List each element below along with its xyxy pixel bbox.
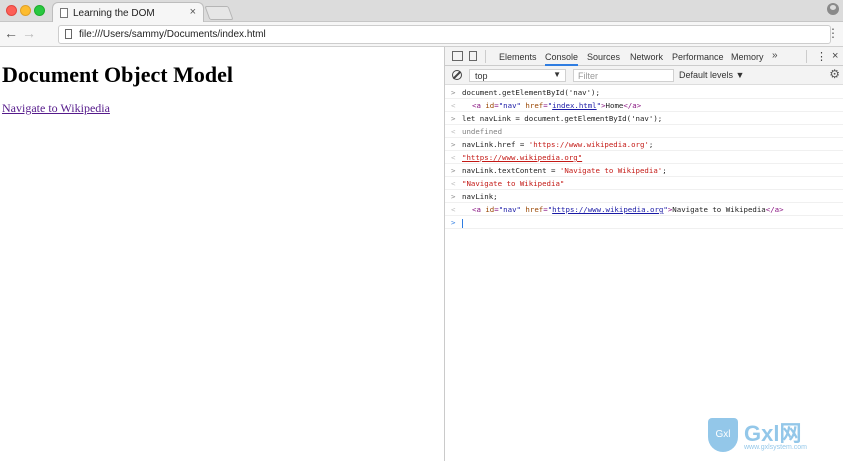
watermark: Gxl Gxl网 www.gxlsystem.com (708, 416, 838, 456)
input-chevron-icon: > (451, 140, 456, 149)
input-chevron-icon: > (451, 192, 456, 201)
devtools-tab-bar: Elements Console Sources Network Perform… (445, 47, 843, 66)
clear-console-icon[interactable] (452, 70, 462, 80)
log-levels-dropdown[interactable]: Default levels ▼ (679, 70, 744, 80)
gear-icon[interactable]: ⚙ (829, 67, 840, 81)
more-tabs-icon[interactable]: » (772, 50, 778, 61)
href-link[interactable]: index.html (552, 101, 597, 110)
watermark-shield-logo: Gxl (708, 418, 738, 452)
console-output-line: < "Navigate to Wikipedia" (445, 177, 843, 190)
href-link[interactable]: https://www.wikipedia.org (552, 205, 663, 214)
tab-performance[interactable]: Performance (672, 52, 724, 62)
page-heading: Document Object Model (2, 62, 233, 87)
output-chevron-icon: < (451, 127, 456, 136)
document-icon (60, 8, 68, 18)
tab-memory[interactable]: Memory (731, 52, 764, 62)
console-filter-input[interactable]: Filter (573, 69, 674, 82)
close-devtools-icon[interactable]: × (832, 50, 838, 62)
console-input-line: > navLink.textContent = 'Navigate to Wiki… (445, 164, 843, 177)
inspect-element-icon[interactable] (452, 51, 463, 61)
browser-menu-icon[interactable]: ⋮ (827, 27, 839, 39)
tab-console[interactable]: Console (545, 52, 579, 66)
tab-strip: Learning the DOM × (0, 0, 843, 23)
output-chevron-icon: < (451, 101, 456, 110)
new-tab-button[interactable] (204, 6, 234, 20)
console-input-line: > navLink.href = 'https://www.wikipedia.o… (445, 138, 843, 151)
console-input-line: > navLink; (445, 190, 843, 203)
console-output-line: < "https://www.wikipedia.org" (445, 151, 843, 164)
divider (806, 50, 807, 63)
close-window-button[interactable] (6, 5, 17, 16)
nav-link[interactable]: Navigate to Wikipedia (2, 101, 110, 116)
tab-network[interactable]: Network (630, 52, 663, 62)
tab-sources[interactable]: Sources (587, 52, 620, 62)
tab-close-icon[interactable]: × (190, 6, 196, 18)
input-chevron-icon: > (451, 88, 456, 97)
browser-toolbar: ← → file:///Users/sammy/Documents/index.… (0, 22, 843, 47)
context-selector[interactable]: top ▼ (469, 69, 566, 82)
browser-window: Learning the DOM × ← → file:///Users/sam… (0, 0, 843, 461)
text-cursor (462, 218, 463, 228)
console-toolbar: top ▼ Filter Default levels ▼ ⚙ (445, 66, 843, 85)
console-output-line[interactable]: < <a id="nav" href="https://www.wikipedia… (445, 203, 843, 216)
console-input-line: > let navLink = document.getElementById('… (445, 112, 843, 125)
divider (485, 50, 486, 63)
context-value: top (475, 71, 488, 81)
url-text: file:///Users/sammy/Documents/index.html (79, 29, 266, 40)
page-viewport: Document Object Model Navigate to Wikipe… (0, 47, 445, 461)
prompt-chevron-icon: > (451, 218, 456, 227)
devtools-panel: Elements Console Sources Network Perform… (444, 47, 843, 461)
console-input-line: > document.getElementById('nav'); (445, 86, 843, 99)
output-chevron-icon: < (451, 153, 456, 162)
tab-elements[interactable]: Elements (499, 52, 537, 62)
address-bar[interactable]: file:///Users/sammy/Documents/index.html (58, 25, 831, 44)
input-chevron-icon: > (451, 166, 456, 175)
output-chevron-icon: < (451, 179, 456, 188)
console-output-line[interactable]: < <a id="nav" href="index.html">Home</a> (445, 99, 843, 112)
zoom-window-button[interactable] (34, 5, 45, 16)
input-chevron-icon: > (451, 114, 456, 123)
device-toolbar-icon[interactable] (469, 51, 477, 61)
output-chevron-icon: < (451, 205, 456, 214)
profile-icon[interactable] (827, 3, 839, 15)
page-icon (65, 29, 72, 39)
console-log[interactable]: > document.getElementById('nav'); < <a id=… (445, 86, 843, 229)
console-prompt[interactable]: > (445, 216, 843, 229)
browser-tab[interactable]: Learning the DOM × (52, 2, 204, 23)
filter-placeholder: Filter (578, 71, 598, 81)
minimize-window-button[interactable] (20, 5, 31, 16)
back-arrow-icon[interactable]: ← (4, 26, 18, 40)
devtools-menu-icon[interactable]: ⋮ (816, 50, 827, 63)
dropdown-arrow-icon: ▼ (553, 70, 561, 79)
console-output-line: < undefined (445, 125, 843, 138)
tab-title: Learning the DOM (73, 8, 155, 19)
watermark-url: www.gxlsystem.com (744, 444, 808, 451)
forward-arrow-icon[interactable]: → (22, 26, 36, 40)
